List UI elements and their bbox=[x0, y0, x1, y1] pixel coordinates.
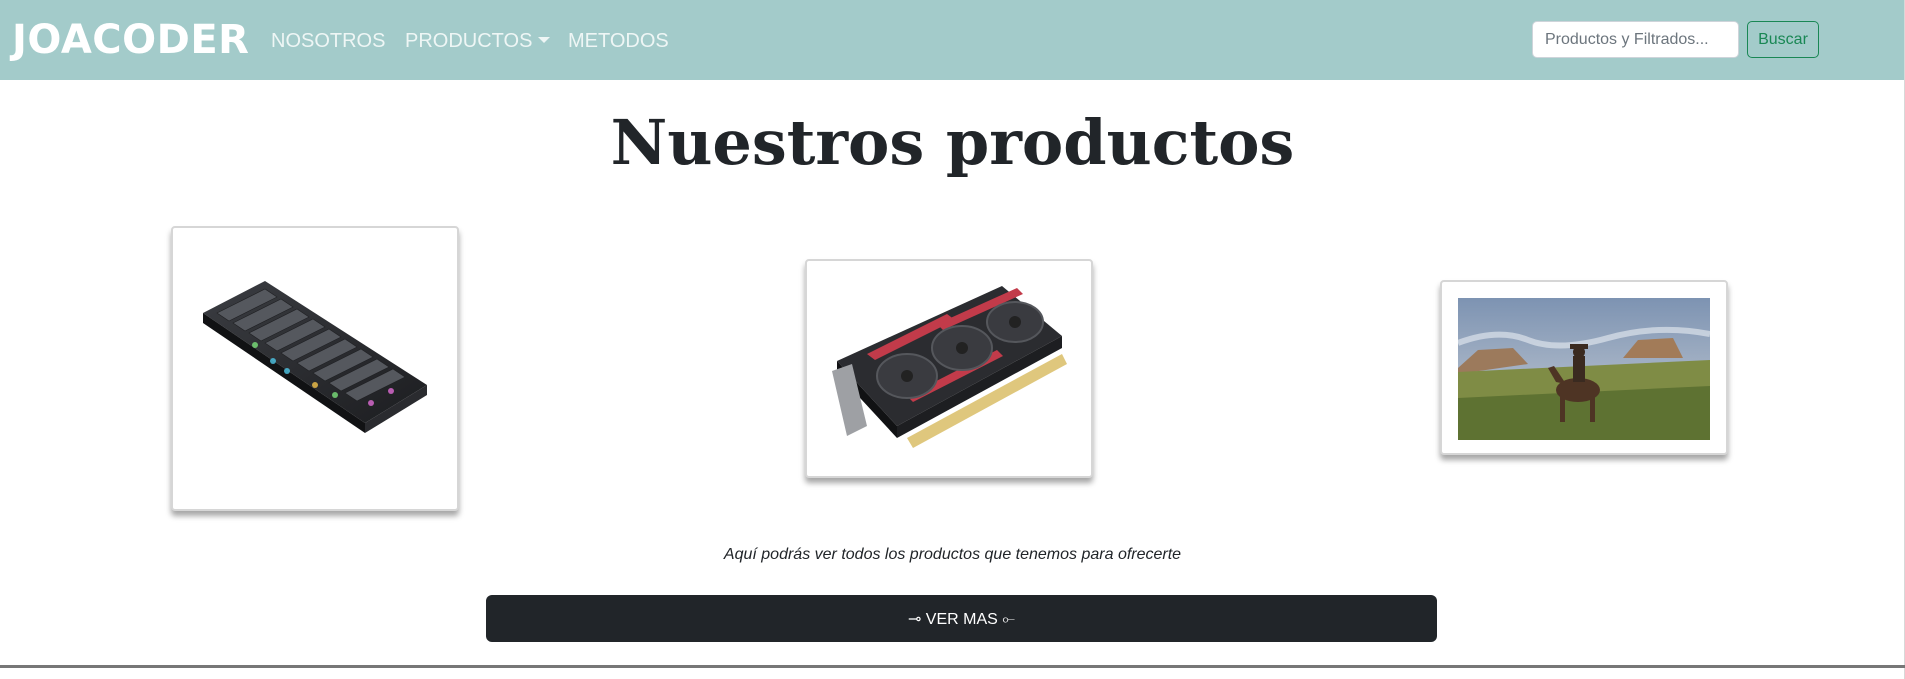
divider bbox=[0, 665, 1905, 668]
brand-logo[interactable]: JOACODER bbox=[12, 16, 249, 64]
page: JOACODER NOSOTROS PRODUCTOS METODOS Busc… bbox=[0, 0, 1905, 679]
keyboard-image bbox=[203, 281, 427, 433]
nav-link-metodos[interactable]: METODOS bbox=[568, 29, 669, 53]
graphics-card-image bbox=[832, 286, 1067, 448]
navbar: JOACODER NOSOTROS PRODUCTOS METODOS Busc… bbox=[0, 0, 1905, 80]
game-landscape-image bbox=[1458, 298, 1710, 440]
product-card-keyboard[interactable] bbox=[171, 226, 459, 511]
nav-dropdown-productos[interactable]: PRODUCTOS bbox=[405, 29, 551, 53]
search-input[interactable] bbox=[1532, 21, 1739, 58]
nav-link-nosotros[interactable]: NOSOTROS bbox=[271, 29, 385, 53]
nav-link-productos-label: PRODUCTOS bbox=[405, 30, 533, 52]
product-card-game[interactable] bbox=[1440, 280, 1728, 455]
products-subtitle: Aquí podrás ver todos los productos que … bbox=[723, 546, 1182, 563]
caret-down-icon bbox=[538, 36, 551, 43]
page-title: Nuestros productos bbox=[610, 106, 1295, 179]
ver-mas-button[interactable]: ⊸ VER MAS ⟜ bbox=[486, 595, 1437, 642]
search-button[interactable]: Buscar bbox=[1747, 21, 1819, 58]
product-card-gpu[interactable] bbox=[805, 259, 1093, 478]
